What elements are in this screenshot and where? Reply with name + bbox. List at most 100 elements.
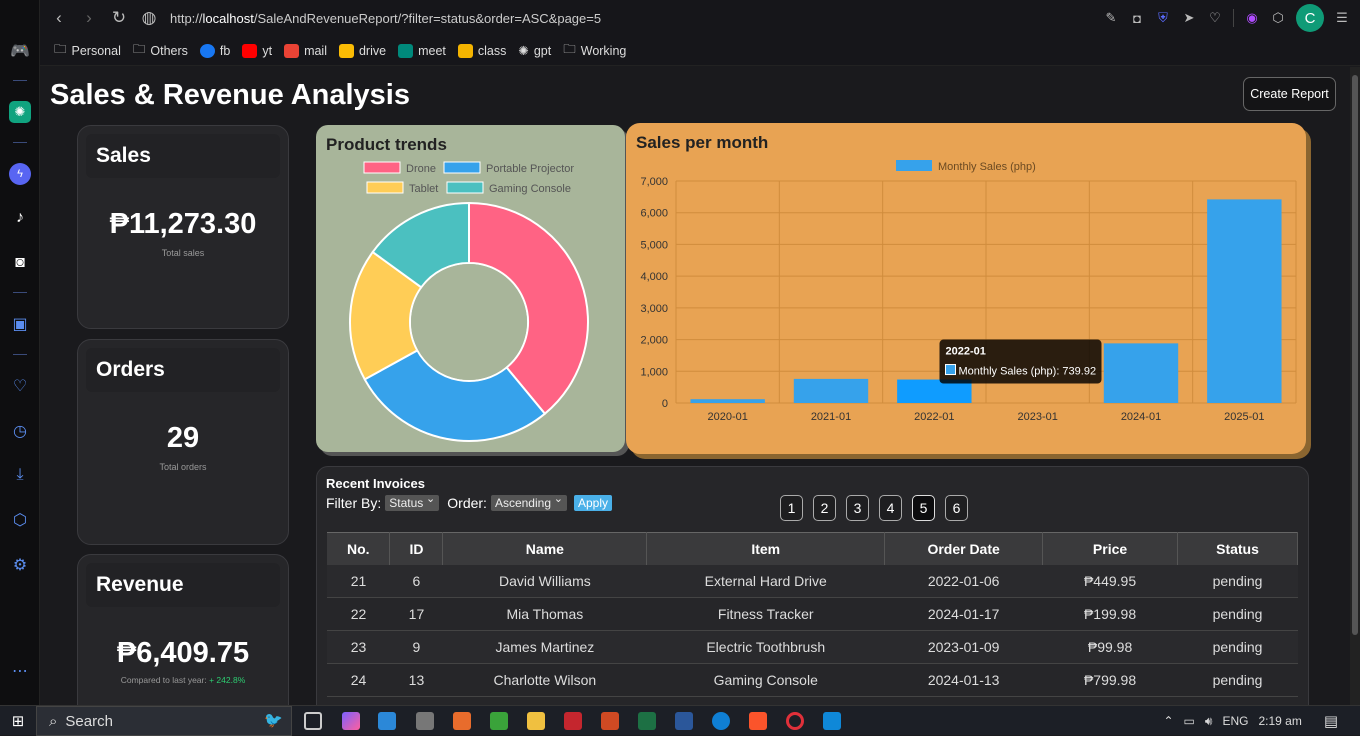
history-icon[interactable]: ◷ <box>9 420 31 442</box>
bookmark-meet[interactable]: meet <box>398 43 446 58</box>
scrollbar-thumb[interactable] <box>1352 75 1358 635</box>
page-scrollbar[interactable] <box>1350 67 1360 705</box>
page-button-1[interactable]: 1 <box>780 495 803 521</box>
clock[interactable]: 2:19 am <box>1258 714 1301 728</box>
chatgpt-icon[interactable]: ✺ <box>9 101 31 123</box>
opera-icon[interactable] <box>786 712 804 730</box>
filter-label: Filter By: <box>326 495 382 511</box>
copilot-icon[interactable] <box>342 712 360 730</box>
tiktok-icon[interactable]: ♪ <box>9 207 31 229</box>
brave-icon[interactable] <box>749 712 767 730</box>
bookmark-yt[interactable]: yt <box>242 43 272 58</box>
taskbar-search[interactable]: ⌕ Search 🐦 <box>36 706 292 736</box>
gamepad-icon[interactable]: 🎮 <box>9 40 31 62</box>
powerpoint-icon[interactable] <box>601 712 619 730</box>
heart-icon[interactable]: ♡ <box>1207 10 1223 26</box>
create-report-button[interactable]: Create Report <box>1243 77 1336 111</box>
table-cell: 2022-01-06 <box>884 564 1043 598</box>
messenger-icon[interactable]: ϟ <box>9 163 31 185</box>
app-icon[interactable] <box>453 712 471 730</box>
legend-label[interactable]: Tablet <box>409 183 438 195</box>
bookmark-class[interactable]: class <box>457 43 506 58</box>
bar[interactable] <box>1207 199 1282 403</box>
volume-icon[interactable]: 🔊︎ <box>1205 714 1213 729</box>
page-button-4[interactable]: 4 <box>879 495 902 521</box>
excel-icon[interactable] <box>638 712 656 730</box>
cube-icon[interactable]: ⬡ <box>9 509 31 531</box>
url-field[interactable]: http://localhost/SaleAndRevenueReport/?f… <box>170 11 601 26</box>
cube-icon[interactable]: ⬡ <box>1270 10 1286 26</box>
table-cell: pending <box>1177 630 1298 664</box>
discord-icon[interactable]: ◙ <box>9 252 31 274</box>
legend-label[interactable]: Monthly Sales (php) <box>938 161 1036 173</box>
order-select[interactable]: Ascending <box>490 492 567 511</box>
column-header[interactable]: Name <box>442 532 648 565</box>
y-tick-label: 7,000 <box>640 176 668 188</box>
music-icon[interactable]: ◉ <box>1244 10 1260 26</box>
bookmark-drive[interactable]: drive <box>338 43 386 58</box>
page-button-2[interactable]: 2 <box>813 495 836 521</box>
column-header[interactable]: Item <box>646 532 886 565</box>
page-button-3[interactable]: 3 <box>846 495 869 521</box>
settings-icon[interactable]: ⚙ <box>9 554 31 576</box>
legend-label[interactable]: Portable Projector <box>486 163 574 175</box>
network-icon[interactable]: ▭ <box>1184 714 1195 728</box>
table-row[interactable]: 23 9 James Martinez Electric Toothbrush 2023… <box>327 630 1298 664</box>
legend-label[interactable]: Gaming Console <box>489 183 571 195</box>
bookmark-personal[interactable]: 🗀 Personal <box>54 40 121 61</box>
app-icon[interactable] <box>490 712 508 730</box>
edit-icon[interactable]: ✎ <box>1103 10 1119 26</box>
edge-icon[interactable] <box>712 712 730 730</box>
bookmark-gpt[interactable]: ✺ gpt <box>518 43 551 59</box>
windows-start-icon[interactable]: ⊞ <box>0 706 36 736</box>
notifications-icon[interactable]: ▤ <box>1324 712 1338 730</box>
legend-label[interactable]: Drone <box>406 163 436 175</box>
column-header[interactable]: Status <box>1177 532 1298 565</box>
legend-swatch[interactable] <box>363 161 401 174</box>
legend-swatch[interactable] <box>446 181 484 194</box>
bookmark-mail[interactable]: mail <box>284 43 327 58</box>
task-view-icon[interactable] <box>304 712 322 730</box>
chevron-up-icon[interactable]: ⌃ <box>1163 714 1173 728</box>
column-header[interactable]: No. <box>327 532 391 565</box>
file-explorer-icon[interactable] <box>527 712 545 730</box>
send-icon[interactable]: ➤ <box>1181 10 1197 26</box>
back-icon[interactable]: ‹ <box>44 3 74 33</box>
bookmark-fb[interactable]: fb <box>199 43 230 58</box>
wallet-icon[interactable]: ▣ <box>9 313 31 335</box>
apply-button[interactable]: Apply <box>574 495 613 511</box>
table-row[interactable]: 24 13 Charlotte Wilson Gaming Console 2024-0… <box>327 663 1298 697</box>
column-header[interactable]: ID <box>389 532 444 565</box>
bar[interactable] <box>690 399 765 403</box>
teams-icon[interactable] <box>378 712 396 730</box>
word-icon[interactable] <box>675 712 693 730</box>
menu-icon[interactable]: ☰ <box>1334 10 1350 26</box>
forward-icon[interactable]: › <box>74 3 104 33</box>
calculator-icon[interactable] <box>416 712 434 730</box>
table-row[interactable]: 22 17 Mia Thomas Fitness Tracker 2024-01-17 ₱… <box>327 597 1298 631</box>
bar[interactable] <box>793 378 869 403</box>
bookmark-working[interactable]: 🗀 Working <box>563 40 626 61</box>
page-button-5[interactable]: 5 <box>912 495 935 521</box>
table-row[interactable]: 21 6 David Williams External Hard Drive 2022… <box>327 564 1298 598</box>
legend-swatch[interactable] <box>896 160 932 171</box>
legend-swatch[interactable] <box>366 181 404 194</box>
vscode-icon[interactable] <box>823 712 841 730</box>
language-indicator[interactable]: ENG <box>1222 714 1248 728</box>
filter-select[interactable]: Status <box>385 492 440 511</box>
more-icon[interactable]: ⋯ <box>9 660 31 682</box>
bookmark-others[interactable]: 🗀 Others <box>133 40 188 61</box>
revenue-value: ₱6,409.75 <box>116 637 250 669</box>
heart-icon[interactable]: ♡ <box>9 375 31 397</box>
legend-swatch[interactable] <box>443 161 481 174</box>
reload-icon[interactable]: ↻ <box>104 3 134 33</box>
avatar[interactable]: C <box>1296 4 1324 32</box>
access-icon[interactable] <box>564 712 582 730</box>
column-header[interactable]: Order Date <box>884 532 1044 565</box>
shield-icon[interactable]: ⛨ <box>1155 10 1171 26</box>
bar[interactable] <box>1103 343 1179 403</box>
download-icon[interactable]: ⤓ <box>9 464 31 486</box>
page-button-6[interactable]: 6 <box>945 495 968 521</box>
camera-icon[interactable]: ◘ <box>1129 10 1145 26</box>
column-header[interactable]: Price <box>1042 532 1179 565</box>
